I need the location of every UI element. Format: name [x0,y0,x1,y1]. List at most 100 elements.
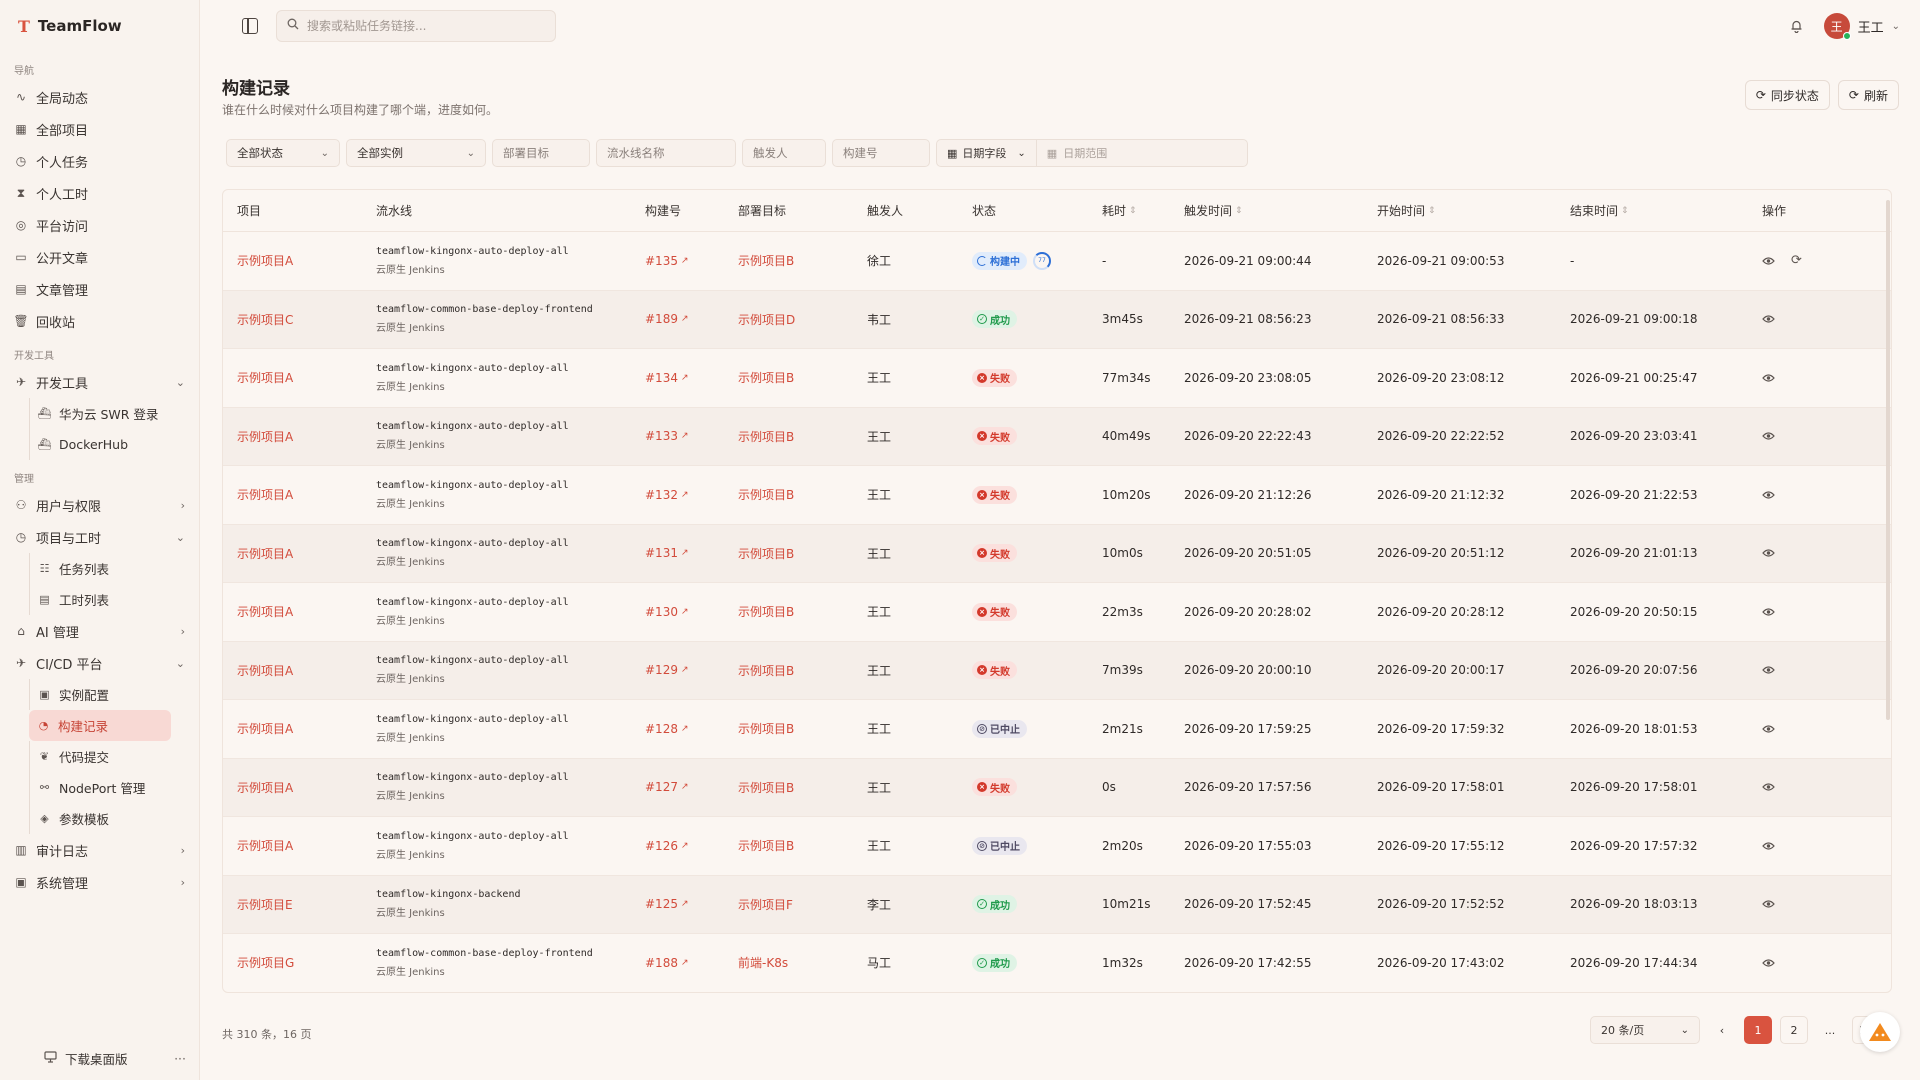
project-link[interactable]: 示例项目A [237,545,293,562]
date-field-select[interactable]: ▦ 日期字段 ⌄ [937,140,1037,166]
sidebar-item[interactable]: ▥ 审计日志 › [0,834,199,866]
page-1-button[interactable]: 1 [1744,1016,1772,1044]
col-header-triggered[interactable]: 触发时间 ⇕ [1170,202,1363,219]
sidebar-subitem[interactable]: ⚯ NodePort 管理 [29,772,199,803]
project-link[interactable]: 示例项目A [237,779,293,796]
deploy-target-link[interactable]: 示例项目B [738,428,794,445]
col-header-ended[interactable]: 结束时间 ⇕ [1556,202,1748,219]
sidebar-item[interactable]: ◷ 个人任务 [0,145,199,177]
build-number-link[interactable]: #130 [645,605,678,619]
deploy-target-link[interactable]: 示例项目F [738,896,793,913]
search-box[interactable] [276,10,556,42]
sidebar-item[interactable]: ⚇ 用户与权限 › [0,489,199,521]
sidebar-subitem[interactable]: ◈ 参数模板 [29,803,199,834]
project-link[interactable]: 示例项目E [237,896,293,913]
sidebar-item[interactable]: ✈ CI/CD 平台 ⌄ [0,647,199,679]
scroll-thumb[interactable] [1886,200,1890,720]
project-link[interactable]: 示例项目C [237,311,293,328]
build-number-link[interactable]: #127 [645,780,678,794]
sidebar-subitem[interactable]: ⛴ DockerHub [29,429,199,460]
project-link[interactable]: 示例项目A [237,252,293,269]
brand[interactable]: T TeamFlow [0,0,199,52]
project-link[interactable]: 示例项目A [237,486,293,503]
date-range-input[interactable]: ▦ 日期范围 [1037,145,1247,161]
project-link[interactable]: 示例项目A [237,603,293,620]
sidebar-subitem[interactable]: ☷ 任务列表 [29,553,199,584]
view-eye-icon[interactable] [1762,490,1775,500]
deploy-target-link[interactable]: 示例项目B [738,545,794,562]
sidebar-subitem[interactable]: ▤ 工时列表 [29,584,199,615]
project-link[interactable]: 示例项目G [237,954,294,971]
build-number-link[interactable]: #188 [645,956,678,970]
deploy-target-link[interactable]: 前端-K8s [738,954,788,971]
project-link[interactable]: 示例项目A [237,662,293,679]
view-eye-icon[interactable] [1762,724,1775,734]
sidebar-toggle-icon[interactable] [242,18,258,34]
sidebar-item[interactable]: ∿ 全局动态 [0,81,199,113]
page-2-button[interactable]: 2 [1780,1016,1808,1044]
sidebar-item[interactable]: ▭ 公开文章 [0,241,199,273]
deploy-target-link[interactable]: 示例项目B [738,486,794,503]
deploy-target-link[interactable]: 示例项目B [738,252,794,269]
view-eye-icon[interactable] [1762,314,1775,324]
more-icon[interactable]: ··· [174,1051,186,1066]
view-eye-icon[interactable] [1762,782,1775,792]
sidebar-item[interactable]: ⧗ 个人工时 [0,177,199,209]
deploy-target-link[interactable]: 示例项目B [738,662,794,679]
user-menu[interactable]: 王 王工 ⌄ [1823,13,1900,40]
view-eye-icon[interactable] [1762,431,1775,441]
table-scrollbar[interactable] [1885,190,1891,992]
search-input[interactable] [307,19,537,33]
build-number-link[interactable]: #133 [645,429,678,443]
instance-filter[interactable]: 全部实例 ⌄ [346,139,486,167]
deploy-target-link[interactable]: 示例项目B [738,779,794,796]
deploy-target-input[interactable]: 部署目标 [492,139,590,167]
build-number-link[interactable]: #189 [645,312,678,326]
trigger-input[interactable]: 触发人 [742,139,826,167]
sidebar-subitem[interactable]: ▣ 实例配置 [29,679,199,710]
sidebar-item[interactable]: ◷ 项目与工时 ⌄ [0,521,199,553]
build-number-input[interactable]: 构建号 [832,139,930,167]
sidebar-subitem[interactable]: ◔ 构建记录 [29,710,171,741]
bell-icon[interactable] [1790,19,1804,34]
view-eye-icon[interactable] [1762,899,1775,909]
deploy-target-link[interactable]: 示例项目B [738,603,794,620]
view-eye-icon[interactable] [1762,958,1775,968]
sidebar-item[interactable]: ▣ 系统管理 › [0,866,199,898]
view-eye-icon[interactable] [1762,665,1775,675]
sidebar-item[interactable]: ◎ 平台访问 [0,209,199,241]
build-number-link[interactable]: #126 [645,839,678,853]
status-filter[interactable]: 全部状态 ⌄ [226,139,340,167]
project-link[interactable]: 示例项目A [237,720,293,737]
deploy-target-link[interactable]: 示例项目D [738,311,795,328]
view-eye-icon[interactable] [1762,548,1775,558]
view-eye-icon[interactable] [1762,607,1775,617]
build-number-link[interactable]: #129 [645,663,678,677]
project-link[interactable]: 示例项目A [237,428,293,445]
sidebar-item[interactable]: ▦ 全部项目 [0,113,199,145]
col-header-started[interactable]: 开始时间 ⇕ [1363,202,1556,219]
pipeline-name-input[interactable]: 流水线名称 [596,139,736,167]
view-eye-icon[interactable] [1762,256,1775,266]
project-link[interactable]: 示例项目A [237,369,293,386]
build-number-link[interactable]: #135 [645,254,678,268]
sidebar-item[interactable]: ✈ 开发工具 ⌄ [0,366,199,398]
sidebar-subitem[interactable]: ❦ 代码提交 [29,741,199,772]
download-desktop[interactable]: 下载桌面版 ··· [0,1049,200,1068]
build-number-link[interactable]: #125 [645,897,678,911]
deploy-target-link[interactable]: 示例项目B [738,837,794,854]
retry-icon[interactable]: ⟳ [1791,253,1802,268]
sidebar-subitem[interactable]: ⛴ 华为云 SWR 登录 [29,398,199,429]
project-link[interactable]: 示例项目A [237,837,293,854]
build-number-link[interactable]: #134 [645,371,678,385]
deploy-target-link[interactable]: 示例项目B [738,720,794,737]
view-eye-icon[interactable] [1762,373,1775,383]
build-number-link[interactable]: #131 [645,546,678,560]
page-size-select[interactable]: 20 条/页 ⌄ [1590,1016,1700,1044]
sync-status-button[interactable]: ⟳ 同步状态 [1744,80,1830,110]
sidebar-item[interactable]: 🗑 回收站 [0,305,199,337]
sidebar-item[interactable]: ▤ 文章管理 [0,273,199,305]
build-number-link[interactable]: #128 [645,722,678,736]
refresh-button[interactable]: ⟳ 刷新 [1837,80,1899,110]
build-number-link[interactable]: #132 [645,488,678,502]
